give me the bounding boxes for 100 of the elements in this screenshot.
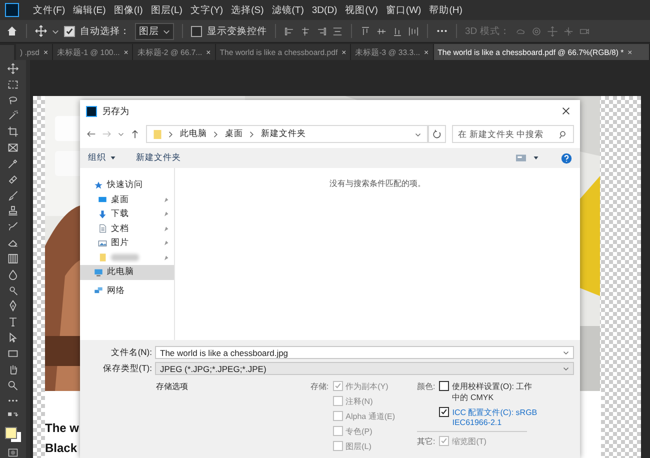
frame-icon[interactable] <box>7 142 19 154</box>
3d-tool-icon[interactable] <box>530 26 542 36</box>
network-icon <box>94 286 103 296</box>
brush-icon[interactable] <box>7 221 19 233</box>
group-label: 存储: <box>310 381 329 393</box>
breadcrumb-item[interactable]: 此电脑 <box>180 128 207 140</box>
nav-item[interactable]: 图片 <box>80 236 174 250</box>
caret-icon <box>163 28 170 34</box>
quick-mask-icon[interactable] <box>7 446 19 458</box>
auto-select-checkbox[interactable] <box>64 26 75 36</box>
nav-item[interactable]: 文档 <box>80 222 174 236</box>
menu-item[interactable]: 图像(I) <box>110 4 147 16</box>
bandage-icon[interactable] <box>7 174 19 186</box>
move-icon[interactable] <box>7 63 19 74</box>
search-icon <box>559 130 568 138</box>
organize-menu[interactable]: 组织 <box>88 152 106 164</box>
stamp-icon[interactable] <box>7 205 19 217</box>
eraser-icon[interactable] <box>7 237 19 248</box>
chevron-icon <box>249 130 255 138</box>
checkbox[interactable] <box>439 407 450 417</box>
menu-item[interactable]: 视图(V) <box>341 4 382 16</box>
align-icon[interactable] <box>360 26 371 36</box>
align-icon[interactable] <box>392 26 403 36</box>
menu-item[interactable]: 文字(Y) <box>186 4 228 16</box>
checkbox-label: ICC 配置文件(C): sRGB IEC61966-2.1 <box>452 407 538 427</box>
menu-item[interactable]: 帮助(H) <box>425 4 466 16</box>
image-icon <box>98 238 107 248</box>
close-icon[interactable] <box>562 107 570 115</box>
breadcrumb-item[interactable]: 桌面 <box>225 128 243 140</box>
options-heading: 存储选项 <box>155 381 189 393</box>
align-icon[interactable] <box>300 26 311 36</box>
address-bar[interactable]: 此电脑 桌面 新建文件夹 <box>146 125 428 143</box>
eyedropper-icon[interactable] <box>7 158 19 170</box>
align-icon[interactable] <box>408 26 419 36</box>
checkbox-label: 缩览图(T) <box>452 436 486 447</box>
pen-icon[interactable] <box>7 300 19 312</box>
align-icon[interactable] <box>316 26 327 36</box>
group-label: 其它: <box>417 436 436 447</box>
wand-icon[interactable] <box>7 110 19 122</box>
ps-logo-icon <box>86 106 97 116</box>
star-icon <box>94 180 103 190</box>
menu-item[interactable]: 图层(L) <box>146 4 186 16</box>
pointer-icon[interactable] <box>7 332 19 344</box>
back-arrow-icon[interactable] <box>86 129 96 139</box>
3d-mode-label: 3D 模式： <box>465 24 510 38</box>
menu-item[interactable]: 选择(S) <box>227 4 268 16</box>
caret-icon[interactable] <box>52 28 59 34</box>
brush-icon[interactable] <box>7 190 19 201</box>
show-transform-label: 显示变换控件 <box>207 24 267 38</box>
checkbox[interactable] <box>439 381 450 391</box>
file-type-dropdown[interactable]: JPEG (*.JPG;*.JPEG;*.JPE) <box>155 362 574 375</box>
menu-item[interactable]: 编辑(E) <box>69 4 110 16</box>
document-icon <box>98 224 107 234</box>
checkbox-label: 图层(L) <box>346 441 372 452</box>
menu-item[interactable]: 文件(F) <box>29 4 70 16</box>
align-icon[interactable] <box>284 26 295 36</box>
nav-item[interactable]: 网络 <box>80 284 174 298</box>
gradient-icon[interactable] <box>7 252 19 264</box>
document-text: The w <box>45 421 80 435</box>
nav-item[interactable]: 下载 <box>80 207 174 222</box>
empty-message: 没有与搜索条件匹配的项。 <box>330 178 426 190</box>
show-transform-checkbox[interactable] <box>191 26 202 36</box>
color-swatches[interactable] <box>5 427 21 442</box>
lasso-icon[interactable] <box>7 94 19 106</box>
help-icon[interactable] <box>561 152 572 164</box>
menu-item[interactable]: 滤镜(T) <box>268 4 308 16</box>
filename-field[interactable]: The world is like a chessboard.jpg <box>155 346 574 359</box>
computer-icon <box>94 268 103 277</box>
move-icon[interactable] <box>35 25 47 37</box>
home-icon[interactable] <box>6 25 18 37</box>
document-text: Black <box>45 441 78 455</box>
caret-icon[interactable] <box>563 365 569 372</box>
group-label: 颜色: <box>417 381 436 393</box>
checkbox-label: 注释(N) <box>346 396 373 407</box>
refresh-button[interactable] <box>428 125 446 143</box>
menu-item[interactable]: 窗口(W) <box>382 4 426 16</box>
new-folder-button[interactable]: 新建文件夹 <box>136 152 181 164</box>
breadcrumb-item[interactable]: 新建文件夹 <box>261 128 306 140</box>
up-arrow-icon[interactable] <box>130 129 140 139</box>
type-icon[interactable] <box>7 316 19 328</box>
nav-item[interactable]: 快速访问 <box>80 178 174 192</box>
crop-icon[interactable] <box>7 126 19 138</box>
desktop-icon <box>98 195 107 204</box>
rectangle-icon[interactable] <box>7 348 19 360</box>
align-icon[interactable] <box>332 26 343 36</box>
nav-item[interactable]: 此电脑 <box>80 265 174 280</box>
chevron-icon <box>168 130 174 138</box>
caret-icon[interactable] <box>415 130 421 138</box>
menu-item[interactable]: 3D(D) <box>308 4 342 16</box>
checkbox-label: Alpha 通道(E) <box>346 411 395 422</box>
marquee-icon[interactable] <box>7 78 19 90</box>
layer-dropdown[interactable]: 图层 <box>135 22 174 40</box>
caret-icon[interactable] <box>110 155 116 161</box>
search-field[interactable]: 在 新建文件夹 中搜索 <box>452 125 574 143</box>
blurred-label <box>111 254 139 262</box>
caret-icon[interactable] <box>563 349 569 356</box>
lollipop-icon[interactable] <box>7 284 19 296</box>
nav-item[interactable]: 桌面 <box>80 192 174 207</box>
drop-icon[interactable] <box>7 268 19 280</box>
zoom-icon[interactable] <box>7 380 19 391</box>
